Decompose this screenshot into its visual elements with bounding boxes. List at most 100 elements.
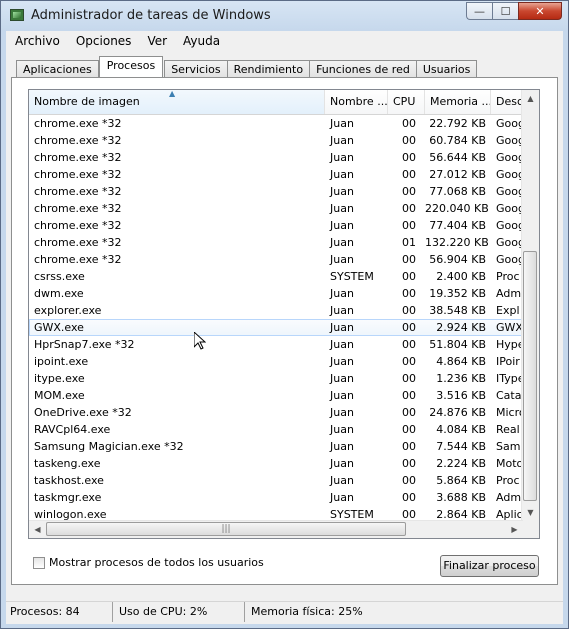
status-physical-memory: Memoria física: 25% — [251, 605, 363, 618]
table-row[interactable]: explorer.exe Juan 00 38.548 KB Expl — [29, 302, 523, 319]
grip-icon: ||| — [221, 524, 231, 534]
cell-image-name: OneDrive.exe *32 — [34, 406, 132, 419]
vertical-scroll-thumb[interactable] — [523, 251, 537, 501]
table-row[interactable]: MOM.exe Juan 00 3.516 KB Cata — [29, 387, 523, 404]
table-row[interactable]: chrome.exe *32 Juan 00 60.784 KB Goog — [29, 132, 523, 149]
table-row[interactable]: Samsung Magician.exe *32 Juan 00 7.544 K… — [29, 438, 523, 455]
scroll-left-icon[interactable]: ◀ — [29, 521, 46, 538]
table-row[interactable]: itype.exe Juan 00 1.236 KB IType — [29, 370, 523, 387]
cell-memory: 5.864 KB — [436, 474, 486, 487]
cell-user-name: Juan — [330, 236, 354, 249]
table-row[interactable]: taskeng.exe Juan 00 2.224 KB Moto — [29, 455, 523, 472]
tab-procesos[interactable]: Procesos — [98, 56, 164, 77]
cell-memory: 3.516 KB — [436, 389, 486, 402]
list-rows: chrome.exe *32 Juan 00 22.792 KB Goog ch… — [29, 115, 523, 523]
close-button[interactable]: ✕ — [518, 2, 562, 20]
cell-description: Real — [496, 423, 520, 436]
table-row[interactable]: ipoint.exe Juan 00 4.864 KB IPoir — [29, 353, 523, 370]
tab-funciones-de-red[interactable]: Funciones de red — [309, 60, 417, 77]
cell-cpu: 00 — [402, 202, 416, 215]
title-bar[interactable]: Administrador de tareas de Windows — ☐ ✕ — [1, 1, 568, 31]
status-bar: Procesos: 84 Uso de CPU: 2% Memoria físi… — [6, 601, 563, 624]
cell-description: IType — [496, 372, 523, 385]
tab-usuarios[interactable]: Usuarios — [415, 60, 478, 77]
horizontal-scrollbar[interactable]: ◀ ||| ▶ — [29, 520, 523, 538]
scroll-up-icon[interactable]: ▲ — [522, 90, 539, 107]
cell-description: Cata — [496, 389, 522, 402]
show-all-users-checkbox[interactable] — [33, 556, 45, 569]
cell-cpu: 00 — [402, 491, 416, 504]
column-header-description[interactable]: Desc — [491, 90, 523, 114]
horizontal-scroll-thumb[interactable]: ||| — [46, 522, 406, 536]
cell-user-name: Juan — [330, 304, 354, 317]
menu-archivo[interactable]: Archivo — [6, 34, 67, 48]
scroll-right-icon[interactable]: ▶ — [506, 521, 523, 538]
column-header-cpu[interactable]: CPU — [388, 90, 425, 114]
table-row[interactable]: chrome.exe *32 Juan 00 56.904 KB Goog — [29, 251, 523, 268]
table-row[interactable]: chrome.exe *32 Juan 00 77.404 KB Goog — [29, 217, 523, 234]
table-row[interactable]: GWX.exe Juan 00 2.924 KB GWX — [29, 319, 523, 336]
table-row[interactable]: OneDrive.exe *32 Juan 00 24.876 KB Micro — [29, 404, 523, 421]
cell-user-name: Juan — [330, 474, 354, 487]
table-row[interactable]: RAVCpl64.exe Juan 00 4.084 KB Real — [29, 421, 523, 438]
cell-image-name: dwm.exe — [34, 287, 84, 300]
cell-cpu: 00 — [402, 338, 416, 351]
cell-cpu: 00 — [402, 406, 416, 419]
cell-cpu: 00 — [402, 389, 416, 402]
cell-user-name: Juan — [330, 457, 354, 470]
menu-opciones[interactable]: Opciones — [67, 34, 139, 48]
table-row[interactable]: dwm.exe Juan 00 19.352 KB Adm — [29, 285, 523, 302]
status-cpu-usage: Uso de CPU: 2% — [113, 602, 245, 622]
process-list[interactable]: ▲ Nombre de imagen Nombre ... CPU Memori… — [28, 89, 540, 539]
cell-cpu: 00 — [402, 151, 416, 164]
cell-cpu: 00 — [402, 134, 416, 147]
maximize-button[interactable]: ☐ — [492, 2, 518, 20]
cell-cpu: 00 — [402, 287, 416, 300]
cell-description: Adm — [496, 491, 522, 504]
cell-cpu: 01 — [402, 236, 416, 249]
cell-image-name: ipoint.exe — [34, 355, 89, 368]
scroll-down-icon[interactable]: ▼ — [522, 504, 539, 521]
table-row[interactable]: taskmgr.exe Juan 00 3.688 KB Adm — [29, 489, 523, 506]
vertical-scrollbar[interactable]: ▲ ▼ — [521, 90, 539, 521]
column-header-user-name[interactable]: Nombre ... — [325, 90, 388, 114]
column-header-image-name[interactable]: ▲ Nombre de imagen — [29, 90, 325, 114]
cell-memory: 56.904 KB — [429, 253, 486, 266]
cell-user-name: Juan — [330, 253, 354, 266]
tab-rendimiento[interactable]: Rendimiento — [226, 60, 311, 77]
cell-image-name: explorer.exe — [34, 304, 102, 317]
tab-servicios[interactable]: Servicios — [164, 60, 228, 77]
minimize-button[interactable]: — — [466, 2, 492, 20]
cell-description: Micro — [496, 406, 523, 419]
table-row[interactable]: chrome.exe *32 Juan 00 27.012 KB Goog — [29, 166, 523, 183]
show-all-users-option[interactable]: Mostrar procesos de todos los usuarios — [33, 556, 264, 569]
end-process-button[interactable]: Finalizar proceso — [440, 555, 539, 577]
cell-cpu: 00 — [402, 457, 416, 470]
table-row[interactable]: chrome.exe *32 Juan 00 56.644 KB Goog — [29, 149, 523, 166]
cell-cpu: 00 — [402, 423, 416, 436]
cell-user-name: SYSTEM — [330, 270, 374, 283]
cell-memory: 1.236 KB — [436, 372, 486, 385]
table-row[interactable]: chrome.exe *32 Juan 00 77.068 KB Goog — [29, 183, 523, 200]
table-row[interactable]: chrome.exe *32 Juan 00 22.792 KB Goog — [29, 115, 523, 132]
column-header-memory[interactable]: Memoria ... — [425, 90, 491, 114]
cell-user-name: Juan — [330, 151, 354, 164]
menu-ayuda[interactable]: Ayuda — [174, 34, 227, 48]
cell-user-name: Juan — [330, 321, 354, 334]
tab-aplicaciones[interactable]: Aplicaciones — [16, 60, 99, 77]
cell-image-name: taskmgr.exe — [34, 491, 102, 504]
cell-cpu: 00 — [402, 270, 416, 283]
table-row[interactable]: csrss.exe SYSTEM 00 2.400 KB Proc — [29, 268, 523, 285]
table-row[interactable]: taskhost.exe Juan 00 5.864 KB Proc — [29, 472, 523, 489]
table-row[interactable]: chrome.exe *32 Juan 01 132.220 KB Goog — [29, 234, 523, 251]
cell-image-name: Samsung Magician.exe *32 — [34, 440, 184, 453]
cell-memory: 19.352 KB — [429, 287, 486, 300]
menu-ver[interactable]: Ver — [138, 34, 174, 48]
cell-user-name: Juan — [330, 185, 354, 198]
menu-bar: Archivo Opciones Ver Ayuda — [6, 31, 563, 50]
cell-memory: 24.876 KB — [429, 406, 486, 419]
tab-strip: Aplicaciones Procesos Servicios Rendimie… — [16, 56, 478, 77]
cell-cpu: 00 — [402, 304, 416, 317]
table-row[interactable]: chrome.exe *32 Juan 00 220.040 KB Goog — [29, 200, 523, 217]
table-row[interactable]: HprSnap7.exe *32 Juan 00 51.804 KB Hype — [29, 336, 523, 353]
